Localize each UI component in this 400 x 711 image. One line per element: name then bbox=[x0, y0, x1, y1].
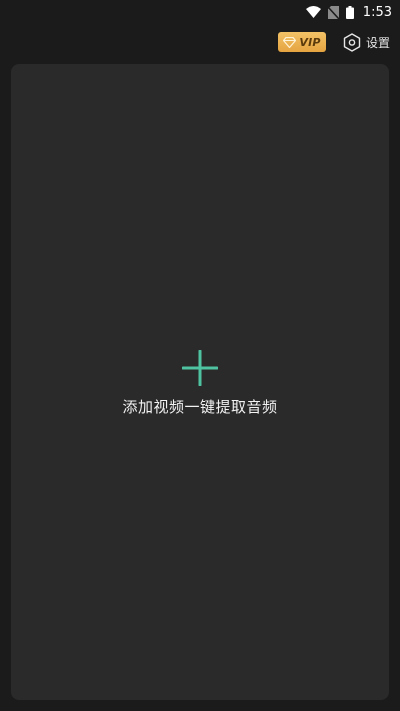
app-screen: 1:53 VIP 设置 添加视频一键提取音频 bbox=[0, 0, 400, 711]
add-video-label: 添加视频一键提取音频 bbox=[122, 398, 278, 416]
top-toolbar: VIP 设置 bbox=[0, 30, 400, 56]
status-time: 1:53 bbox=[362, 4, 392, 20]
plus-icon[interactable] bbox=[182, 350, 218, 386]
battery-icon bbox=[345, 5, 354, 19]
settings-button[interactable]: 设置 bbox=[343, 31, 390, 53]
add-video-area[interactable]: 添加视频一键提取音频 bbox=[11, 350, 389, 417]
status-icons: 1:53 bbox=[305, 4, 392, 20]
no-sim-icon bbox=[327, 5, 339, 19]
settings-label: 设置 bbox=[366, 35, 391, 50]
vip-label: VIP bbox=[299, 35, 321, 49]
add-video-card[interactable]: 添加视频一键提取音频 bbox=[11, 64, 389, 700]
hexagon-settings-icon bbox=[343, 32, 361, 52]
status-bar: 1:53 bbox=[0, 0, 400, 24]
diamond-icon bbox=[283, 36, 297, 48]
wifi-icon bbox=[305, 6, 321, 18]
vip-button[interactable]: VIP bbox=[278, 32, 326, 52]
